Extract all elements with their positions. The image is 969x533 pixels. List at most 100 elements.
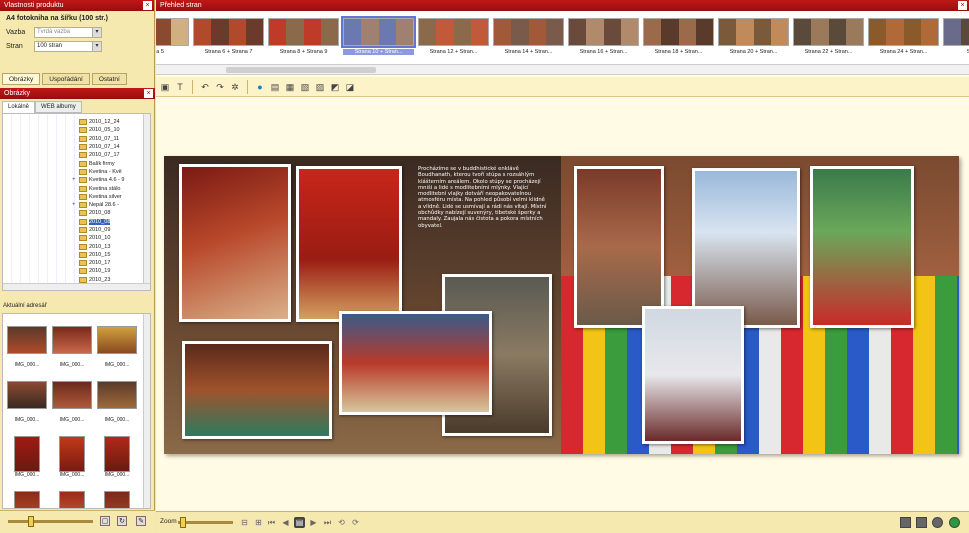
photo-stupa[interactable]	[692, 168, 800, 328]
photo-tourists[interactable]	[339, 311, 492, 415]
tree-folder-item[interactable]: 2010_05_10	[79, 126, 124, 134]
page-thumbnail[interactable]: Strana 12 + Stran...	[418, 18, 489, 58]
photo-alley[interactable]	[642, 306, 744, 444]
tree-folder-item[interactable]: 2010_10	[79, 234, 124, 242]
next-page-icon[interactable]: ▶	[308, 517, 319, 528]
tree-folder-item[interactable]: 2010_08	[79, 209, 124, 217]
photo-monastery-interior[interactable]	[182, 341, 332, 439]
image-icon[interactable]: ▣	[159, 81, 171, 93]
editor-canvas[interactable]: Procházíme se v buddhistické enklávě Bou…	[156, 98, 969, 511]
close-icon[interactable]: ×	[144, 89, 153, 98]
image-thumbnail[interactable]: IMG_000...	[97, 436, 139, 486]
page-thumbnail[interactable]: Strana 8 + Strana 9	[268, 18, 339, 58]
first-page-icon[interactable]: ⏮	[266, 517, 277, 528]
zoom-slider-handle[interactable]	[180, 517, 186, 528]
tab-arrangement[interactable]: Uspořádání	[42, 73, 90, 85]
zoom-in-icon[interactable]: ⊞	[253, 517, 264, 528]
text-icon[interactable]: T	[174, 81, 186, 93]
globe-icon[interactable]: ●	[254, 81, 266, 93]
folder-tree[interactable]: 2010_12_24 2010_05_10 2010_07_11 2010_07_14…	[2, 113, 151, 291]
last-page-icon[interactable]: ⏭	[322, 517, 333, 528]
refresh-icon[interactable]: ↻	[117, 516, 127, 526]
tree-folder-item[interactable]: Kvetina stálo	[79, 184, 124, 192]
page-thumbnail[interactable]: Strana 24 + Stran...	[868, 18, 939, 58]
effects-icon[interactable]: ✲	[229, 81, 241, 93]
tree-folder-item[interactable]: 2010_07_11	[79, 135, 124, 143]
tab-local[interactable]: Lokálně	[2, 101, 36, 113]
binding-select[interactable]: Tvrdá vazba ▾	[34, 27, 102, 38]
zoom-slider[interactable]	[178, 521, 233, 524]
pages-select[interactable]: 100 stran ▾	[34, 41, 102, 52]
image-thumbnail[interactable]: IMG_000...	[52, 326, 94, 376]
close-icon[interactable]: ×	[958, 1, 967, 10]
clipart-icon[interactable]: ▨	[314, 81, 326, 93]
tree-folder-item[interactable]: 2010_19	[79, 267, 124, 275]
mask-icon[interactable]: ◩	[329, 81, 341, 93]
tree-folder-item[interactable]: Kvetina - Kvě	[79, 168, 124, 176]
tree-folder-item[interactable]: + Nepál 28.6 -	[72, 201, 124, 209]
expand-icon[interactable]: +	[72, 202, 78, 208]
tree-folder-item[interactable]: 2010_07_14	[79, 143, 124, 151]
thumb-size-slider[interactable]	[8, 520, 93, 523]
page-strip-scroll-thumb[interactable]	[226, 67, 376, 73]
page-thumbnail[interactable]: Strana 10 + Stran...	[341, 16, 416, 58]
page-thumbnail[interactable]: Strana 26	[943, 18, 969, 58]
layout-icon[interactable]: ▤	[269, 81, 281, 93]
thumbs-vertical-scrollbar[interactable]	[143, 314, 150, 508]
tree-folder-item[interactable]: + Kvetina 4.6 - 9	[72, 176, 124, 184]
photo-painted-wall[interactable]	[810, 166, 914, 328]
rotate-right-icon[interactable]: ⟳	[350, 517, 361, 528]
photo-doorway[interactable]	[574, 166, 664, 328]
frame-icon[interactable]: ▧	[299, 81, 311, 93]
save-icon[interactable]	[900, 517, 911, 528]
image-thumbnail[interactable]: IMG_000...	[7, 326, 49, 376]
tree-folder-item[interactable]: 2010_15	[79, 251, 124, 259]
tree-folder-item[interactable]: Kvetina silver	[79, 193, 124, 201]
photo-prayer-hall[interactable]	[179, 164, 291, 322]
page-thumbnail[interactable]: Strana 20 + Stran...	[718, 18, 789, 58]
page-thumbnail[interactable]: Strana 16 + Stran...	[568, 18, 639, 58]
image-thumbnail[interactable]: IMG_000...	[7, 436, 49, 486]
image-thumbnail[interactable]: IMG_000...	[7, 381, 49, 431]
tree-folder-item[interactable]: Balík firmy	[79, 159, 124, 167]
undo-icon[interactable]: ↶	[199, 81, 211, 93]
rotate-left-icon[interactable]: ⟲	[336, 517, 347, 528]
tree-folder-item[interactable]: 2010_13	[79, 242, 124, 250]
page-spread[interactable]: Procházíme se v buddhistické enklávě Bou…	[164, 156, 959, 454]
tree-vertical-scrollbar[interactable]	[143, 114, 150, 290]
tree-folder-item[interactable]: 2010_08	[79, 218, 124, 226]
expand-icon[interactable]: +	[72, 177, 78, 183]
tree-folder-item[interactable]: 2010_12_24	[79, 118, 124, 126]
redo-icon[interactable]: ↷	[214, 81, 226, 93]
zoom-out-icon[interactable]: ⊟	[239, 517, 250, 528]
thumb-size-slider-handle[interactable]	[28, 516, 34, 527]
image-thumbnail[interactable]	[52, 491, 94, 508]
page-thumbnail[interactable]: Strana 18 + Stran...	[643, 18, 714, 58]
photo-prayer-wheel[interactable]	[296, 166, 402, 322]
image-thumbnail[interactable]: IMG_000...	[52, 381, 94, 431]
page-strip-scrollbar[interactable]	[156, 65, 969, 75]
background-icon[interactable]: ▦	[284, 81, 296, 93]
preview-icon[interactable]	[932, 517, 943, 528]
tree-folder-item[interactable]: 2010_07_17	[79, 151, 124, 159]
tree-horizontal-scrollbar[interactable]	[3, 283, 150, 290]
copy-icon[interactable]: ▢	[100, 516, 110, 526]
image-thumbnail[interactable]	[97, 491, 139, 508]
order-icon[interactable]	[949, 517, 960, 528]
settings-icon[interactable]: ✎	[136, 516, 146, 526]
tab-other[interactable]: Ostatní	[91, 73, 127, 85]
prev-page-icon[interactable]: ◀	[280, 517, 291, 528]
image-thumbnail[interactable]	[7, 491, 49, 508]
save-as-icon[interactable]	[916, 517, 927, 528]
spread-text-block[interactable]: Procházíme se v buddhistické enklávě Bou…	[418, 166, 548, 229]
page-view-icon[interactable]: ▤	[294, 517, 305, 528]
tree-folder-item[interactable]: 2010_09	[79, 226, 124, 234]
close-icon[interactable]: ×	[143, 1, 152, 10]
image-thumbnail[interactable]: IMG_000...	[97, 381, 139, 431]
tree-folder-item[interactable]: 2010_17	[79, 259, 124, 267]
shape-icon[interactable]: ◪	[344, 81, 356, 93]
page-thumbnail[interactable]: Strana 22 + Stran...	[793, 18, 864, 58]
tab-web-albums[interactable]: WEB albumy	[35, 101, 82, 113]
tab-images[interactable]: Obrázky	[2, 73, 41, 85]
page-thumbnail[interactable]: Strana 6 + Strana 7	[193, 18, 264, 58]
